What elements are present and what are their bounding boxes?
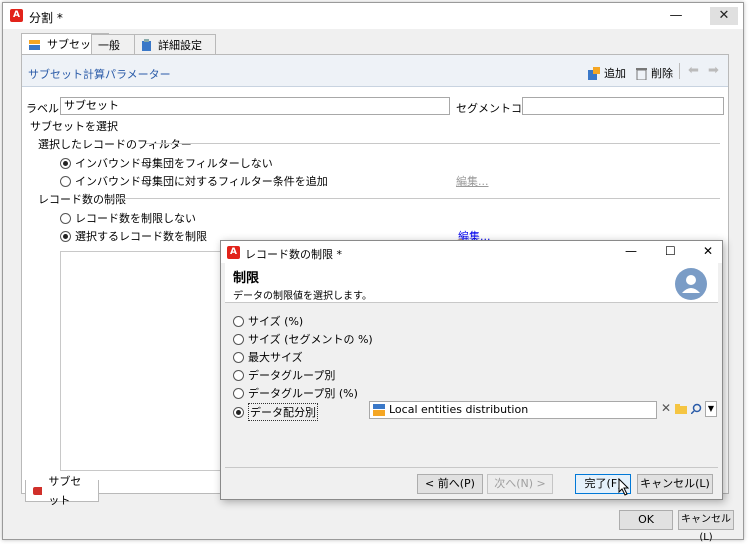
- trash-icon: [636, 67, 647, 80]
- option-by-distribution[interactable]: データ配分別: [233, 403, 318, 421]
- delete-button[interactable]: 削除: [636, 65, 673, 81]
- option-size-segment-percent[interactable]: サイズ (セグメントの %): [233, 331, 373, 347]
- radio-button[interactable]: [233, 351, 244, 363]
- bottom-tab-label: サブセット: [48, 474, 82, 507]
- option-label: サイズ (%): [248, 315, 304, 328]
- filter-group-divider: [146, 143, 720, 144]
- arrow-right-icon[interactable]: ➡: [708, 63, 719, 78]
- option-label: データグループ別: [248, 369, 336, 382]
- clear-icon[interactable]: ✕: [661, 401, 671, 415]
- title-bar: A 分割 * — ✕: [3, 3, 743, 29]
- tab-advanced-label: 詳細設定: [158, 38, 202, 52]
- option-max-size[interactable]: 最大サイズ: [233, 349, 303, 365]
- distribution-icon: [373, 404, 385, 416]
- radio-button[interactable]: [60, 157, 71, 169]
- user-avatar-icon: [675, 268, 707, 300]
- cancel-button[interactable]: キャンセル(L): [678, 510, 734, 543]
- dialog-header: 制限 データの制限値を選択します。: [225, 263, 718, 303]
- option-by-data-group-percent[interactable]: データグループ別 (%): [233, 385, 358, 401]
- option-label: データグループ別 (%): [248, 387, 358, 400]
- limit-summary-box: [60, 251, 224, 471]
- tab-general-label: 一般: [98, 38, 120, 52]
- delete-label: 削除: [651, 67, 673, 80]
- minimize-button[interactable]: —: [659, 5, 693, 27]
- radio-button[interactable]: [233, 387, 244, 399]
- filter-option-none[interactable]: インバウンド母集団をフィルターしない: [60, 155, 273, 171]
- segment-code-input[interactable]: [522, 97, 724, 115]
- search-icon[interactable]: [691, 403, 702, 414]
- option-by-data-group[interactable]: データグループ別: [233, 367, 335, 383]
- subset-icon: [33, 486, 43, 495]
- distribution-input[interactable]: Local entities distribution: [369, 401, 657, 419]
- panel-title: サブセット計算パラメーター: [28, 68, 171, 81]
- add-button[interactable]: 追加: [588, 65, 626, 81]
- subset-icon: [29, 39, 40, 50]
- window-title: 分割 *: [29, 11, 63, 25]
- close-button[interactable]: ✕: [707, 5, 741, 27]
- dialog-close-button[interactable]: ✕: [703, 244, 713, 258]
- tab-general[interactable]: 一般: [91, 34, 135, 55]
- label-input[interactable]: サブセット: [60, 97, 450, 115]
- option-label: データ配分別: [248, 403, 318, 421]
- limit-option-none-label: レコード数を制限しない: [75, 212, 196, 225]
- limit-group-divider: [104, 198, 720, 199]
- radio-button[interactable]: [233, 369, 244, 381]
- option-label: 最大サイズ: [248, 351, 303, 364]
- add-icon: [588, 66, 600, 80]
- tab-advanced[interactable]: 詳細設定: [134, 34, 216, 55]
- filter-group-title: 選択したレコードのフィルター: [38, 138, 192, 151]
- chevron-down-icon[interactable]: ▼: [705, 401, 717, 417]
- select-subset-title: サブセットを選択: [30, 120, 118, 133]
- radio-button[interactable]: [233, 315, 244, 327]
- dialog-body: サイズ (%) サイズ (セグメントの %) 最大サイズ データグループ別 デー…: [225, 305, 718, 465]
- dialog-subheading: データの制限値を選択します。: [233, 291, 372, 302]
- ok-button[interactable]: OK: [619, 510, 673, 530]
- label-caption: ラベル:: [26, 102, 63, 115]
- app-logo-icon: A: [227, 246, 240, 259]
- filter-option-none-label: インバウンド母集団をフィルターしない: [75, 157, 273, 170]
- limit-option-limit[interactable]: 選択するレコード数を制限: [60, 228, 207, 244]
- clipboard-icon: [142, 38, 151, 51]
- dialog-title: レコード数の制限 *: [245, 248, 342, 261]
- panel-header: サブセット計算パラメーター 追加 削除 ⬅ ➡: [22, 55, 728, 87]
- prev-button[interactable]: < 前へ(P): [417, 474, 483, 494]
- filter-option-add-label: インバウンド母集団に対するフィルター条件を追加: [75, 175, 328, 188]
- toolbar-divider: [679, 63, 680, 79]
- limit-dialog: A レコード数の制限 * — ☐ ✕ 制限 データの制限値を選択します。 サイズ…: [220, 240, 723, 500]
- next-button[interactable]: 次へ(N) >: [487, 474, 553, 494]
- limit-group-title: レコード数の制限: [38, 193, 126, 206]
- option-label: サイズ (セグメントの %): [248, 333, 373, 346]
- dialog-minimize-button[interactable]: —: [625, 244, 637, 258]
- radio-button[interactable]: [60, 230, 71, 242]
- radio-button[interactable]: [60, 212, 71, 224]
- bottom-tab-subset[interactable]: サブセット: [25, 475, 99, 507]
- mouse-cursor-icon: [618, 478, 630, 496]
- radio-button[interactable]: [60, 175, 71, 187]
- dialog-title-bar: A レコード数の制限 * — ☐ ✕: [221, 241, 722, 263]
- limit-option-none[interactable]: レコード数を制限しない: [60, 210, 196, 226]
- arrow-left-icon[interactable]: ⬅: [688, 63, 699, 78]
- filter-option-add[interactable]: インバウンド母集団に対するフィルター条件を追加: [60, 173, 328, 189]
- dialog-footer-divider: [225, 467, 718, 468]
- dialog-heading: 制限: [233, 271, 260, 286]
- add-label: 追加: [604, 67, 626, 80]
- folder-icon[interactable]: [675, 404, 687, 414]
- filter-edit-link[interactable]: 編集...: [456, 173, 489, 189]
- option-size-percent[interactable]: サイズ (%): [233, 313, 303, 329]
- app-logo-icon: A: [10, 9, 23, 22]
- dialog-maximize-button[interactable]: ☐: [665, 244, 676, 258]
- dialog-cancel-button[interactable]: キャンセル(L): [637, 474, 713, 494]
- distribution-value: Local entities distribution: [389, 403, 529, 416]
- radio-button[interactable]: [233, 333, 244, 345]
- radio-button[interactable]: [233, 406, 244, 418]
- limit-option-limit-label: 選択するレコード数を制限: [75, 230, 207, 243]
